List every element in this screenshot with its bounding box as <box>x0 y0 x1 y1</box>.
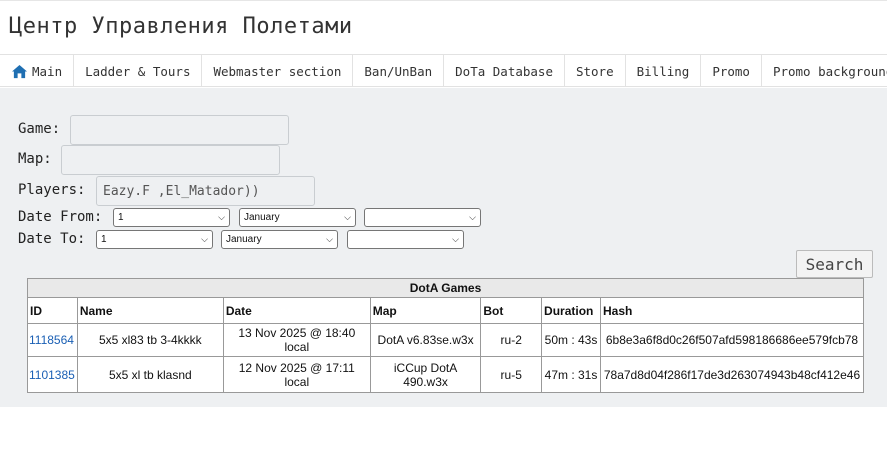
selected-value: 1 <box>101 234 107 245</box>
chevron-down-icon: ⌵ <box>326 234 333 244</box>
hash-cell: 78a7d8d04f286f17de3d263074943b48cf412e46 <box>599 356 865 393</box>
date-from-label: Date From: <box>18 209 103 225</box>
chevron-down-icon: ⌵ <box>218 212 225 222</box>
search-panel: Game: Map: Players: Date From: 1⌵ Januar… <box>0 88 887 407</box>
duration-cell: 47m : 31s <box>541 356 601 393</box>
players-label: Players: <box>18 182 86 198</box>
duration-cell: 50m : 43s <box>541 323 601 357</box>
game-input[interactable] <box>70 115 289 145</box>
hash-cell: 6b8e3a6f8d0c26f507afd598186686ee579fcb78 <box>599 323 865 357</box>
date-to-day-select[interactable]: 1 ⌵ <box>96 230 213 249</box>
nav-item-label: Store <box>575 63 614 79</box>
home-icon <box>12 64 27 78</box>
column-header: Date <box>222 297 371 324</box>
map-label: Map: <box>18 151 52 167</box>
map-cell: DotA v6.83se.w3x <box>369 323 482 357</box>
top-border <box>0 0 887 1</box>
date-from-month-select[interactable]: January ⌵ <box>239 208 356 227</box>
chevron-down-icon: ⌵ <box>469 212 476 222</box>
nav-item-ladder-tours[interactable]: Ladder & Tours <box>74 55 203 87</box>
nav-item-webmaster[interactable]: Webmaster section <box>202 55 354 87</box>
nav-item-label: Ladder & Tours <box>85 63 191 79</box>
date-from-day-select[interactable]: 1 ⌵ <box>113 208 230 227</box>
nav-item-store[interactable]: Store <box>565 55 626 87</box>
chevron-down-icon: ⌵ <box>201 234 208 244</box>
date-to-label: Date To: <box>18 231 86 247</box>
name-cell: 5x5 xl83 tb 3-4kkkk <box>76 323 224 357</box>
nav-item-label: Ban/UnBan <box>364 63 433 79</box>
date-cell: 12 Nov 2025 @ 17:11 local <box>222 356 371 393</box>
date-cell: 13 Nov 2025 @ 18:40 local <box>222 323 371 357</box>
games-table: DotA Games ID Name Date Map Bot Duration… <box>27 278 865 393</box>
game-id-link[interactable]: 1101385 <box>29 368 75 382</box>
game-id-cell: 1118564 <box>27 323 78 357</box>
selected-value: January <box>244 212 280 223</box>
table-caption: DotA Games <box>27 278 864 298</box>
table-row: 1101385 5x5 xl tb klasnd 12 Nov 2025 @ 1… <box>27 356 865 393</box>
selected-value: 1 <box>118 212 124 223</box>
column-header: Name <box>76 297 224 324</box>
game-label: Game: <box>18 121 61 137</box>
bot-cell: ru-2 <box>480 323 543 357</box>
column-header: Duration <box>541 297 601 324</box>
date-from-year-select[interactable]: ⌵ <box>364 208 481 227</box>
nav-item-main[interactable]: Main <box>0 55 75 87</box>
nav-item-ban-unban[interactable]: Ban/UnBan <box>353 55 445 87</box>
game-id-link[interactable]: 1118564 <box>29 333 74 347</box>
map-input[interactable] <box>61 145 280 175</box>
main-nav: Main Ladder & Tours Webmaster section Ba… <box>0 54 887 87</box>
date-to-year-select[interactable]: ⌵ <box>347 230 464 249</box>
column-header: ID <box>27 297 78 324</box>
page-title: Центр Управления Полетами <box>9 14 353 39</box>
nav-item-label: Promo background <box>772 63 887 79</box>
players-input[interactable] <box>96 176 315 206</box>
nav-item-label: Main <box>32 63 63 79</box>
column-header: Hash <box>599 297 865 324</box>
search-button[interactable]: Search <box>796 250 873 278</box>
column-header: Map <box>369 297 482 324</box>
chevron-down-icon: ⌵ <box>452 234 459 244</box>
table-row: 1118564 5x5 xl83 tb 3-4kkkk 13 Nov 2025 … <box>27 323 865 357</box>
chevron-down-icon: ⌵ <box>344 212 351 222</box>
nav-item-label: DoTa Database <box>455 63 553 79</box>
selected-value: January <box>226 234 262 245</box>
bot-cell: ru-5 <box>480 356 543 393</box>
nav-item-label: Billing <box>636 63 690 79</box>
nav-item-dota-database[interactable]: DoTa Database <box>444 55 565 87</box>
name-cell: 5x5 xl tb klasnd <box>76 356 224 393</box>
nav-item-promo-background[interactable]: Promo background <box>762 55 887 87</box>
game-id-cell: 1101385 <box>27 356 78 393</box>
column-header: Bot <box>480 297 543 324</box>
nav-item-label: Promo <box>712 63 750 79</box>
nav-item-promo[interactable]: Promo <box>701 55 762 87</box>
map-cell: iCCup DotA 490.w3x <box>369 356 482 393</box>
date-to-month-select[interactable]: January ⌵ <box>221 230 338 249</box>
table-header-row: ID Name Date Map Bot Duration Hash <box>27 297 865 324</box>
nav-item-label: Webmaster section <box>213 63 342 79</box>
nav-item-billing[interactable]: Billing <box>626 55 702 87</box>
